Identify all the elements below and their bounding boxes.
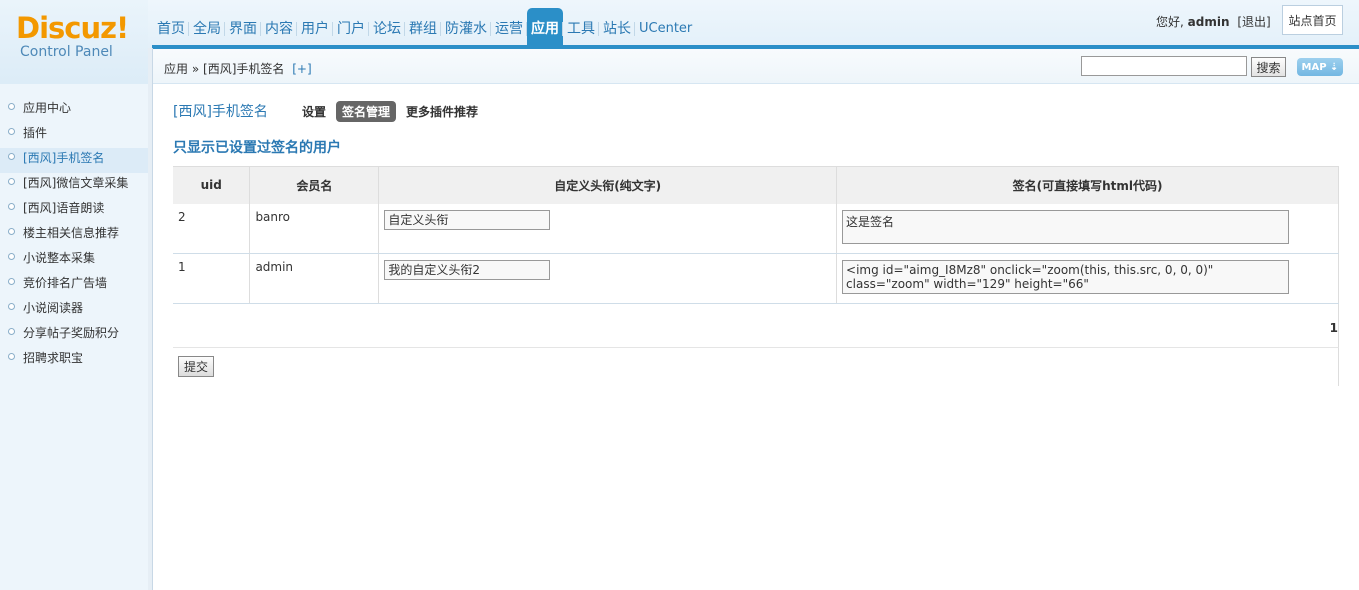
nav-item-plugin[interactable]: 应用 [527,8,563,48]
submit-row: 提交 [173,347,1339,386]
sidebar-item-novel-reader[interactable]: 小说阅读器 [0,298,148,323]
nav-item-global[interactable]: 全局 [189,8,225,48]
nav-item-user[interactable]: 用户 [297,8,333,48]
nav-item-style[interactable]: 界面 [225,8,261,48]
cell-uid: 1 [173,253,251,304]
username: admin [1187,15,1230,29]
search-input[interactable] [1081,56,1247,76]
logout-link[interactable]: [退出] [1237,15,1270,29]
sidebar-item-share-reward[interactable]: 分享帖子奖励积分 [0,323,148,348]
column-header-title: 自定义头衔(纯文字) [378,166,838,204]
sidebar-item-mobile-sign[interactable]: [西风]手机签名 [0,148,148,173]
logo[interactable]: Discuz! Control Panel [0,0,148,84]
title-input[interactable] [384,259,551,280]
nav-item-ucenter[interactable]: UCenter [635,8,696,48]
cell-signature: 这是签名 [836,203,1339,254]
table-row: 2 banro 这是签名 [173,203,1339,254]
nav-item-content[interactable]: 内容 [261,8,297,48]
sidebar-item-jobs[interactable]: 招聘求职宝 [0,348,148,373]
breadcrumb-current: [西风]手机签名 [203,62,285,76]
section-heading: 只显示已设置过签名的用户 [173,140,341,156]
signature-textarea[interactable]: 这是签名 [842,209,1290,244]
breadcrumb: 应用 » [西风]手机签名 [+] [164,60,312,77]
sidebar-divider [148,48,153,590]
main-content: [西风]手机签名 设置 签名管理 更多插件推荐 只显示已设置过签名的用户 uid… [173,100,1339,386]
tab-settings[interactable]: 设置 [296,101,332,122]
site-home-button[interactable]: 站点首页 [1282,5,1343,35]
table-header-row: uid 会员名 自定义头衔(纯文字) 签名(可直接填写html代码) [173,166,1339,204]
sidebar-item-wechat-collect[interactable]: [西风]微信文章采集 [0,173,148,198]
cell-uid: 2 [173,203,251,254]
plugin-title: [西风]手机签名 [173,104,268,120]
tab-sign-manage[interactable]: 签名管理 [335,100,396,122]
nav-item-home[interactable]: 首页 [153,8,189,48]
submit-button[interactable]: 提交 [178,355,214,377]
column-header-signature: 签名(可直接填写html代码) [836,166,1339,204]
cell-title [378,253,838,304]
sidebar-item-plugins[interactable]: 插件 [0,123,148,148]
greeting-text: 您好, [1156,15,1184,29]
nav-item-founder[interactable]: 站长 [599,8,635,48]
breadcrumb-bar: 应用 » [西风]手机签名 [+] 搜索 MAP ⇣ [152,49,1359,84]
signature-table: uid 会员名 自定义头衔(纯文字) 签名(可直接填写html代码) 2 ban… [173,166,1339,304]
cell-username: banro [249,203,380,254]
nav-item-extended[interactable]: 运营 [491,8,527,48]
sidebar-item-app-center[interactable]: 应用中心 [0,98,148,123]
page-number[interactable]: 1 [1330,321,1338,335]
title-input[interactable] [384,209,551,230]
breadcrumb-root[interactable]: 应用 [164,62,188,76]
pagination: 1 [173,303,1339,348]
breadcrumb-separator: » [191,62,200,76]
sidebar: 应用中心 插件 [西风]手机签名 [西风]微信文章采集 [西风]语音朗读 楼主相… [0,84,148,590]
plugin-header: [西风]手机签名 设置 签名管理 更多插件推荐 [173,100,1339,122]
cell-username: admin [249,253,380,304]
nav-item-portal[interactable]: 门户 [333,8,369,48]
search-button[interactable]: 搜索 [1251,57,1286,77]
add-shortcut-link[interactable]: [+] [292,62,311,76]
cell-signature: <img id="aimg_I8Mz8" onclick="zoom(this,… [836,253,1339,304]
table-row: 1 admin <img id="aimg_I8Mz8" onclick="zo… [173,253,1339,304]
tab-more-plugins[interactable]: 更多插件推荐 [400,101,484,122]
signature-textarea[interactable]: <img id="aimg_I8Mz8" onclick="zoom(this,… [842,259,1290,294]
logo-subtitle: Control Panel [20,44,113,60]
column-header-uid: uid [173,166,251,204]
user-info: 您好, admin [退出] [1156,13,1271,30]
cell-title [378,203,838,254]
nav-item-forum[interactable]: 论坛 [369,8,405,48]
nav-item-tools[interactable]: 工具 [563,8,599,48]
main-nav: 首页 全局 界面 内容 用户 门户 论坛 群组 防灌水 运营 应用 工具 站长 … [153,8,696,48]
nav-item-group[interactable]: 群组 [405,8,441,48]
sidebar-item-voice-read[interactable]: [西风]语音朗读 [0,198,148,223]
column-header-username: 会员名 [249,166,380,204]
logo-text: Discuz! [16,11,129,45]
sidebar-item-author-info[interactable]: 楼主相关信息推荐 [0,223,148,248]
map-button[interactable]: MAP ⇣ [1297,58,1343,76]
sidebar-item-novel-collect[interactable]: 小说整本采集 [0,248,148,273]
sidebar-item-ad-wall[interactable]: 竞价排名广告墙 [0,273,148,298]
nav-item-safe[interactable]: 防灌水 [441,8,491,48]
